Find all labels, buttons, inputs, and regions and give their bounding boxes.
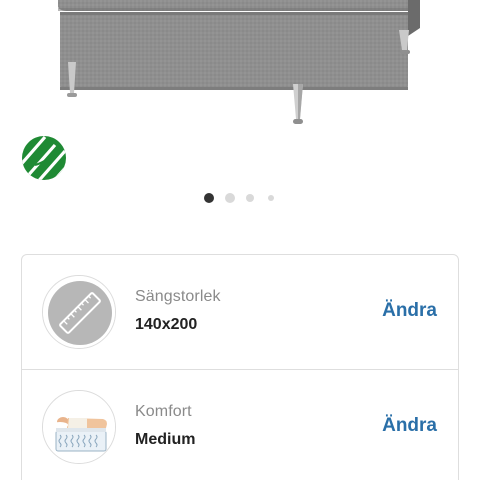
carousel-dot-2[interactable] [225,193,235,203]
nordic-swan-ecolabel-icon [22,136,66,180]
carousel-pagination [0,191,480,205]
change-size-link[interactable]: Ändra [382,300,437,322]
product-options-card: Sängstorlek 140x200 Ändra Komfort Medium… [21,254,459,480]
product-image[interactable] [0,0,480,135]
option-value: 140x200 [135,316,198,333]
bed-illustration [58,0,420,124]
option-row-size[interactable]: Sängstorlek 140x200 Ändra [22,255,458,369]
carousel-dot-1[interactable] [204,193,214,203]
ruler-size-icon [42,275,116,349]
option-row-comfort[interactable]: Komfort Medium Ändra [22,369,458,480]
option-value: Medium [135,431,196,448]
eco-label-badge [21,135,67,181]
change-comfort-link[interactable]: Ändra [382,415,437,437]
carousel-dot-4[interactable] [268,195,274,201]
carousel-dot-3[interactable] [246,194,254,202]
option-label: Sängstorlek [135,288,221,305]
option-label: Komfort [135,403,192,420]
mattress-comfort-icon [42,390,116,464]
